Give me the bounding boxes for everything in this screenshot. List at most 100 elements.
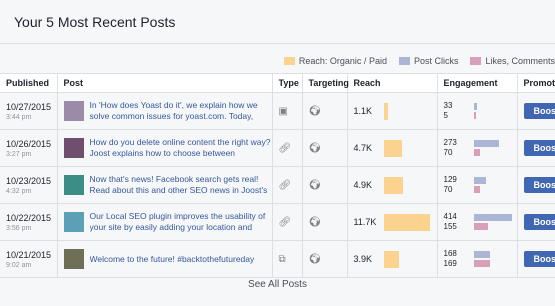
globe-icon: 🌍︎ — [308, 253, 322, 265]
col-engagement[interactable]: Engagement — [436, 73, 517, 93]
post-thumbnail[interactable] — [63, 175, 84, 195]
post-cell: Now that's news! Facebook search gets re… — [56, 166, 272, 204]
reach-bar — [383, 102, 388, 120]
reach-bar — [383, 176, 403, 194]
post-link[interactable]: Now that's news! Facebook search gets re… — [90, 174, 272, 196]
col-promote[interactable]: Promote — [516, 73, 555, 93]
clicks-value: 414 — [443, 212, 457, 221]
legend-swatch-clicks — [398, 57, 410, 65]
targeting-cell: 🌍︎ — [301, 166, 347, 204]
reach-bar — [383, 213, 430, 231]
clicks-bar — [473, 251, 490, 258]
reach-value: 11.7K — [353, 217, 377, 227]
post-thumbnail[interactable] — [63, 101, 84, 121]
legend-label-likes: Likes, Comments — [485, 56, 555, 66]
globe-icon: 🌍︎ — [308, 142, 322, 154]
link-icon: 🔗︎ — [278, 179, 292, 191]
boost-post-button[interactable]: Boost Post — [523, 251, 555, 267]
video-icon: ▣ — [278, 105, 288, 117]
published-cell: 10/26/2015 3:27 pm — [0, 129, 57, 167]
clicks-bar — [473, 140, 499, 147]
type-cell: 🔗︎ — [271, 129, 302, 167]
post-cell: In 'How does Yoast do it', we explain ho… — [56, 92, 272, 130]
published-cell: 10/21/2015 9:02 am — [0, 240, 57, 278]
legend-item-likes: Likes, Comments — [470, 56, 555, 66]
likes-value: 70 — [443, 148, 453, 157]
see-all-posts-link[interactable]: See All Posts — [0, 279, 555, 290]
post-date: 10/26/2015 — [6, 138, 52, 149]
post-time: 3:27 pm — [6, 150, 32, 158]
promote-cell: Boost Post — [516, 166, 555, 204]
post-thumbnail[interactable] — [63, 212, 84, 232]
likes-bar — [473, 186, 480, 193]
title-divider — [0, 43, 555, 44]
post-link[interactable]: How do you delete online content the rig… — [90, 137, 272, 159]
legend-swatch-reach — [283, 57, 295, 65]
col-reach[interactable]: Reach — [346, 73, 437, 93]
table-row: 10/22/2015 3:56 pm Our Local SEO plugin … — [0, 203, 555, 241]
post-time: 3:44 pm — [6, 113, 32, 121]
clicks-value: 33 — [443, 101, 453, 110]
post-date: 10/27/2015 — [6, 101, 52, 112]
reach-cell: 1.1K — [346, 92, 437, 130]
reach-cell: 4.7K — [346, 129, 437, 167]
boost-post-button[interactable]: Boost Post — [523, 103, 555, 119]
table-row: 10/26/2015 3:27 pm How do you delete onl… — [0, 129, 555, 167]
table-row: 10/23/2015 4:32 pm Now that's news! Face… — [0, 166, 555, 204]
post-cell: Welcome to the future! #backtothefutured… — [56, 240, 272, 278]
legend-item-reach: Reach: Organic / Paid — [283, 56, 387, 66]
post-thumbnail[interactable] — [63, 138, 84, 158]
recent-posts-card: Your 5 Most Recent Posts Reach: Organic … — [0, 0, 555, 306]
engagement-cell: 273 70 — [436, 129, 517, 167]
link-icon: 🔗︎ — [278, 216, 292, 228]
engagement-cell: 33 5 — [436, 92, 517, 130]
clicks-value: 168 — [443, 249, 457, 258]
likes-value: 155 — [443, 222, 457, 231]
photo-icon: ⧉ — [278, 253, 286, 265]
post-thumbnail[interactable] — [63, 249, 84, 269]
posts-table: Published Post Type Targeting Reach Enga… — [0, 73, 555, 278]
reach-value: 4.9K — [353, 180, 373, 190]
chart-legend: Reach: Organic / Paid Post Clicks Likes,… — [272, 54, 555, 68]
targeting-cell: 🌍︎ — [301, 92, 347, 130]
post-link[interactable]: Our Local SEO plugin improves the usabil… — [90, 211, 272, 233]
published-cell: 10/22/2015 3:56 pm — [0, 203, 57, 241]
post-date: 10/23/2015 — [6, 175, 52, 186]
globe-icon: 🌍︎ — [308, 216, 322, 228]
clicks-bar — [473, 103, 477, 110]
post-date: 10/22/2015 — [6, 212, 52, 223]
targeting-cell: 🌍︎ — [301, 203, 347, 241]
clicks-bar — [473, 214, 512, 221]
col-published[interactable]: Published — [0, 73, 57, 93]
post-cell: Our Local SEO plugin improves the usabil… — [56, 203, 272, 241]
post-link[interactable]: Welcome to the future! #backtothefutured… — [90, 254, 255, 265]
col-type[interactable]: Type — [271, 73, 302, 93]
reach-cell: 11.7K — [346, 203, 437, 241]
likes-bar — [473, 260, 490, 267]
boost-post-button[interactable]: Boost Post — [523, 214, 555, 230]
published-cell: 10/27/2015 3:44 pm — [0, 92, 57, 130]
promote-cell: Boost Post — [516, 203, 555, 241]
post-link[interactable]: In 'How does Yoast do it', we explain ho… — [90, 100, 272, 122]
type-cell: ⧉ — [271, 240, 302, 278]
boost-post-button[interactable]: Boost Post — [523, 140, 555, 156]
legend-item-clicks: Post Clicks — [398, 56, 458, 66]
post-cell: How do you delete online content the rig… — [56, 129, 272, 167]
globe-icon: 🌍︎ — [308, 105, 322, 117]
promote-cell: Boost Post — [516, 129, 555, 167]
legend-label-reach: Reach: Organic / Paid — [298, 56, 387, 66]
boost-post-button[interactable]: Boost Post — [523, 177, 555, 193]
likes-value: 169 — [443, 259, 457, 268]
likes-value: 70 — [443, 185, 453, 194]
reach-value: 1.1K — [353, 106, 373, 116]
type-cell: 🔗︎ — [271, 203, 302, 241]
reach-bar — [383, 139, 402, 157]
col-post[interactable]: Post — [56, 73, 272, 93]
table-header-row: Published Post Type Targeting Reach Enga… — [0, 73, 555, 93]
col-targeting[interactable]: Targeting — [301, 73, 349, 93]
card-title: Your 5 Most Recent Posts — [14, 14, 176, 30]
reach-value: 3.9K — [353, 254, 373, 264]
globe-icon: 🌍︎ — [308, 179, 322, 191]
post-time: 3:56 pm — [6, 224, 32, 232]
promote-cell: Boost Post — [516, 240, 555, 278]
